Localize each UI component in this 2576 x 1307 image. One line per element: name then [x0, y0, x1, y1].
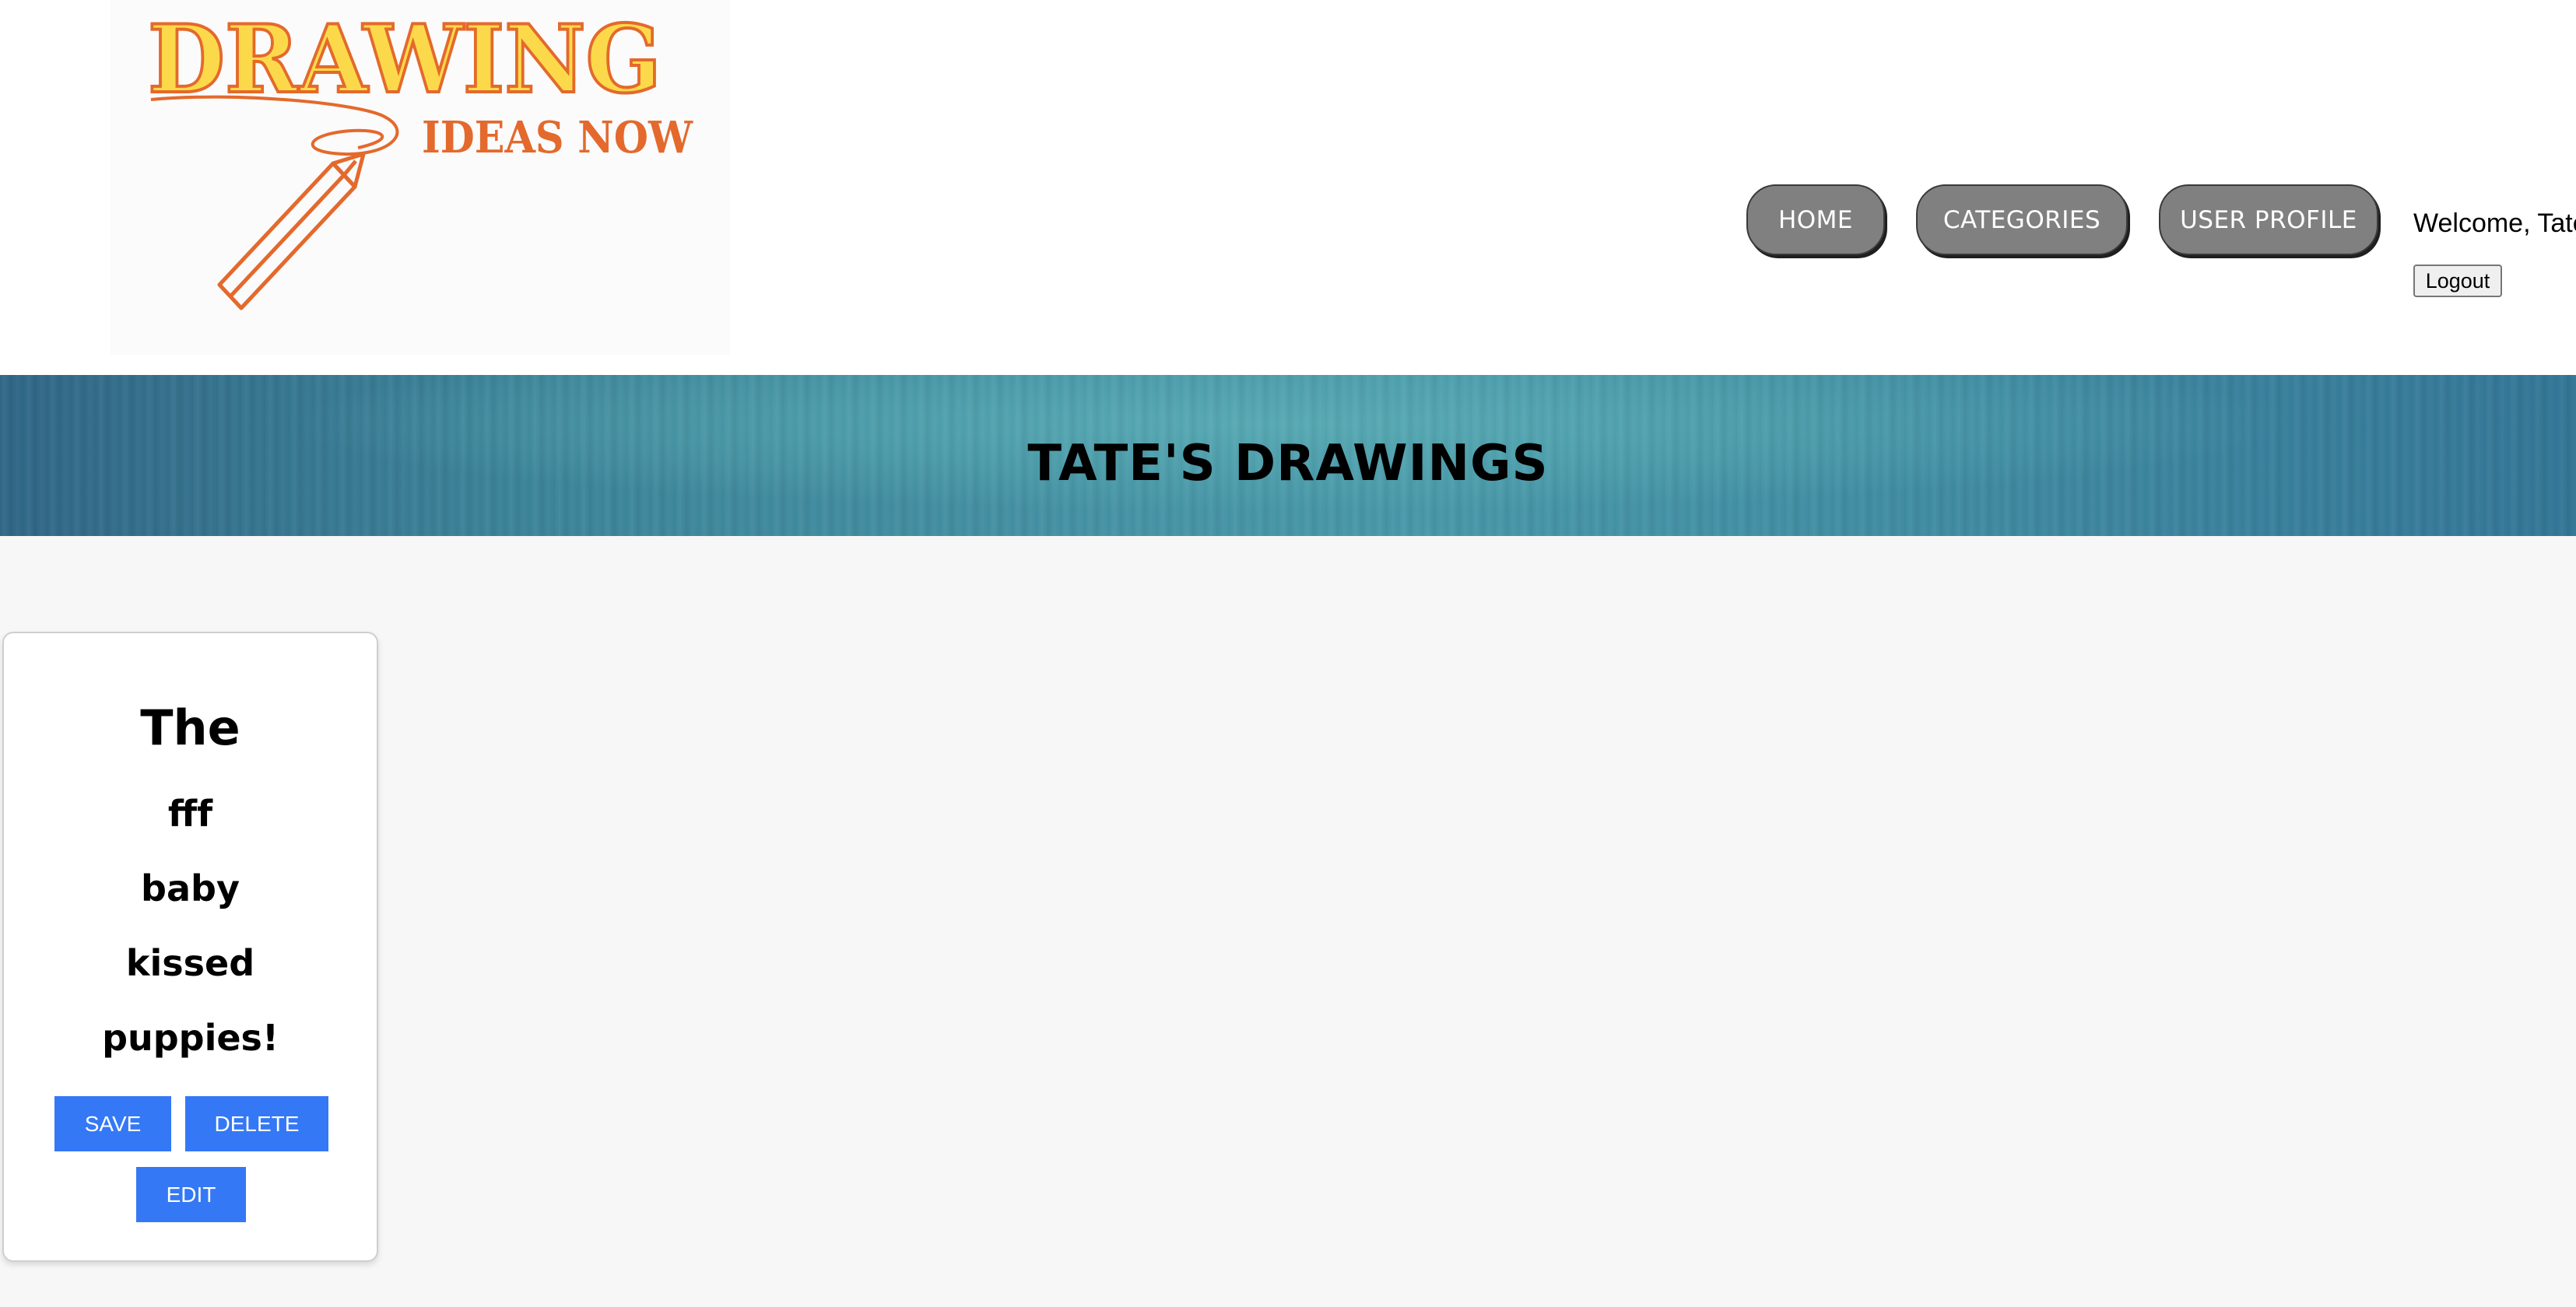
welcome-text: Welcome, Tate [2413, 208, 2576, 238]
drawing-text-line: kissed [125, 942, 255, 984]
drawing-text-line: baby [141, 867, 240, 909]
drawing-text-line: fff [167, 793, 213, 835]
site-header: DRAWING IDEAS NOW HOME CATEGORIES USER P… [0, 0, 2576, 375]
edit-button[interactable]: EDIT [136, 1167, 246, 1222]
drawing-text-line: The [140, 699, 240, 756]
logout-button[interactable]: Logout [2413, 265, 2502, 297]
pencil-icon [217, 152, 366, 310]
nav-home-button[interactable]: HOME [1746, 184, 1885, 255]
nav-user-profile-button[interactable]: USER PROFILE [2159, 184, 2378, 255]
main-nav: HOME CATEGORIES USER PROFILE [1746, 184, 2378, 255]
save-button[interactable]: SAVE [54, 1096, 171, 1151]
nav-categories-button[interactable]: CATEGORIES [1916, 184, 2128, 255]
logo[interactable]: DRAWING IDEAS NOW [111, 0, 730, 355]
delete-button[interactable]: DELETE [185, 1096, 328, 1151]
logo-subtitle: IDEAS NOW [422, 112, 693, 163]
drawing-text-line: puppies! [102, 1017, 279, 1059]
page-title: TATE'S DRAWINGS [1027, 434, 1549, 492]
page-banner: TATE'S DRAWINGS [0, 375, 2576, 536]
drawing-card: The fff baby kissed puppies! SAVE DELETE… [2, 632, 378, 1262]
